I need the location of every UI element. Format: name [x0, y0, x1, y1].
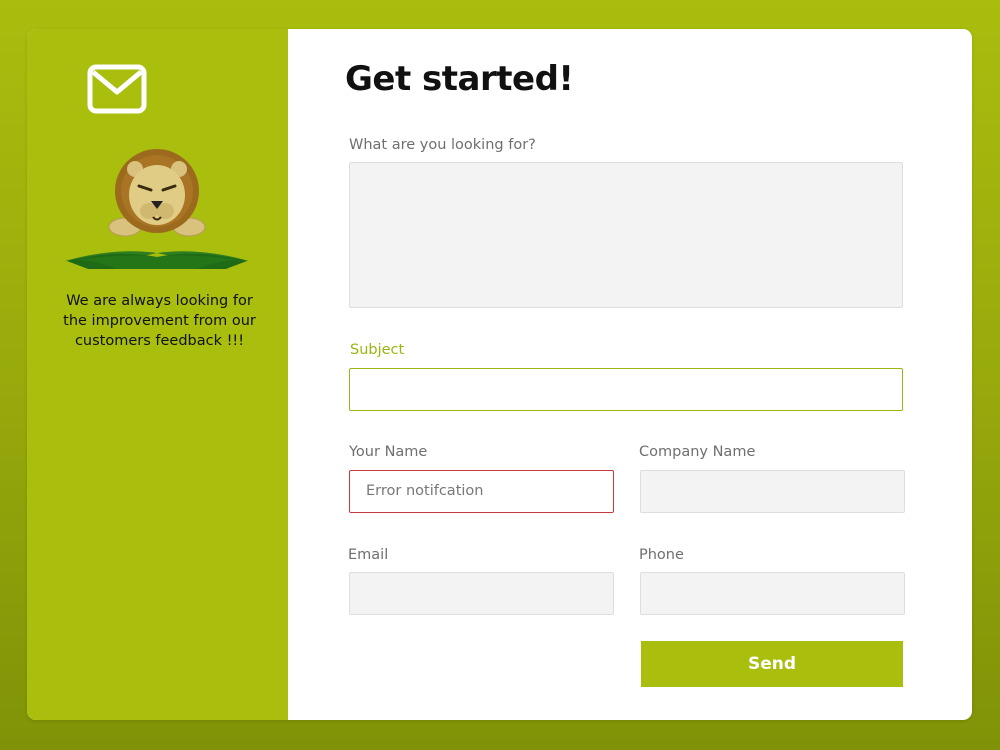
mail-icon: [87, 64, 147, 114]
sidebar-panel: We are always looking for the improvemen…: [27, 29, 288, 720]
looking-for-label: What are you looking for?: [349, 137, 536, 153]
subject-label: Subject: [350, 342, 405, 358]
subject-input[interactable]: [349, 368, 903, 411]
send-button[interactable]: Send: [641, 641, 903, 687]
contact-card: We are always looking for the improvemen…: [27, 29, 972, 720]
sidebar-message: We are always looking for the improvemen…: [63, 293, 256, 349]
email-label: Email: [348, 547, 389, 563]
phone-input[interactable]: [640, 572, 905, 615]
your-name-error-text: Error notifcation: [366, 483, 484, 499]
phone-label: Phone: [639, 547, 684, 563]
email-input[interactable]: [349, 572, 614, 615]
form-panel: Get started! What are you looking for? S…: [288, 29, 972, 720]
page-title: Get started!: [345, 59, 574, 99]
company-name-input[interactable]: [640, 470, 905, 513]
looking-for-textarea[interactable]: [349, 162, 903, 308]
your-name-input[interactable]: Error notifcation: [349, 470, 614, 513]
your-name-label: Your Name: [349, 444, 428, 460]
lion-mascot-logo: [65, 149, 249, 269]
company-name-label: Company Name: [639, 444, 756, 460]
